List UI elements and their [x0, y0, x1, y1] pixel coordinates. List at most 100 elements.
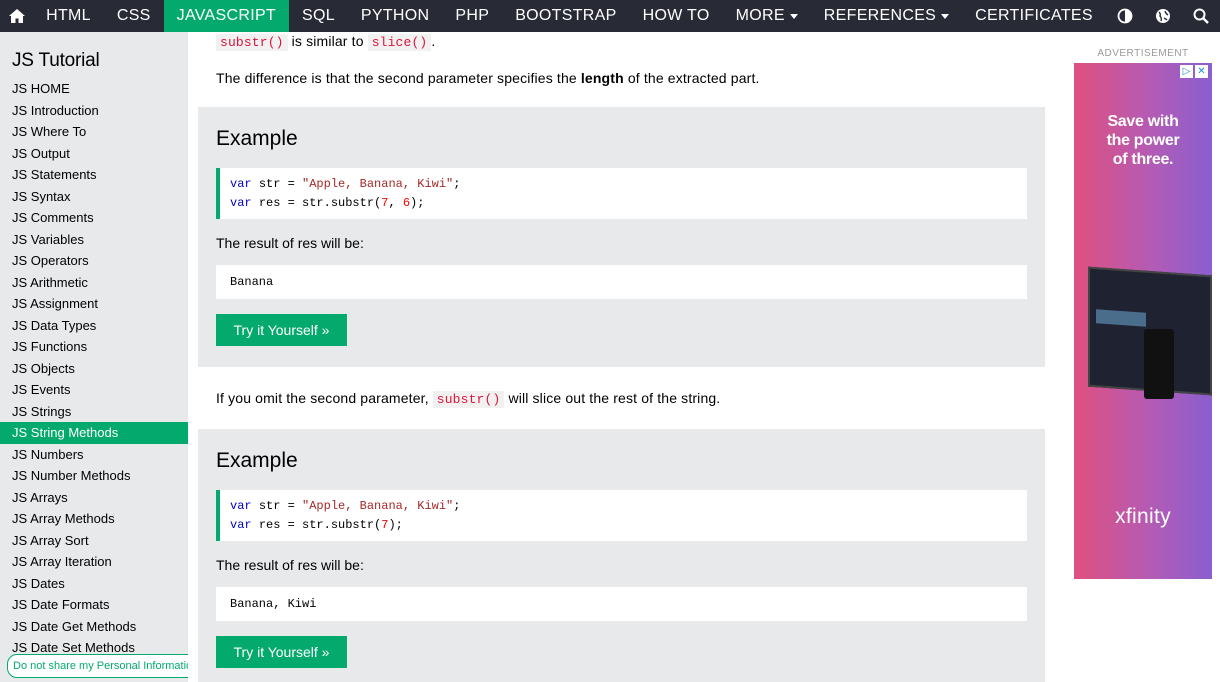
nav-css[interactable]: CSS [104, 0, 164, 32]
search-icon [1193, 8, 1209, 24]
nav-python[interactable]: PYTHON [348, 0, 442, 32]
advertisement-column: ADVERTISEMENT ▷ ✕ Save with the power of… [1054, 32, 1220, 682]
omit-paragraph: If you omit the second parameter, substr… [216, 390, 721, 408]
difference-bold-length: length [580, 70, 624, 86]
inline-code-slice: slice() [367, 34, 432, 51]
code-text: ; [453, 499, 461, 513]
nav-references-label: REFERENCES [823, 7, 937, 24]
sidebar-title: JS Tutorial [12, 50, 100, 71]
intro-end: . [431, 33, 436, 49]
sidebar-item-js-date-get-methods[interactable]: JS Date Get Methods [0, 616, 188, 638]
sidebar-item-js-home[interactable]: JS HOME [0, 78, 188, 100]
code-number: 6 [402, 196, 411, 210]
search-button[interactable] [1182, 0, 1220, 32]
sidebar-item-js-arrays[interactable]: JS Arrays [0, 487, 188, 509]
close-icon[interactable]: ✕ [1195, 65, 1208, 78]
code-line: var res = str.substr(7, 6); [230, 194, 1027, 213]
sidebar-item-js-array-sort[interactable]: JS Array Sort [0, 530, 188, 552]
intro-line: substr() is similar to slice(). [216, 33, 436, 51]
try-it-yourself-button[interactable]: Try it Yourself » [216, 636, 347, 668]
sidebar-item-js-statements[interactable]: JS Statements [0, 164, 188, 186]
chevron-down-icon [789, 13, 798, 19]
ad-brand-logo: xfinity [1115, 505, 1171, 528]
nav-sql[interactable]: SQL [289, 0, 348, 32]
code-keyword: var [230, 499, 252, 513]
code-text: str = [258, 499, 295, 513]
nav-more-dropdown[interactable]: MORE [723, 0, 811, 32]
sidebar-item-js-dates[interactable]: JS Dates [0, 573, 188, 595]
sidebar-item-js-objects[interactable]: JS Objects [0, 358, 188, 380]
code-line: var res = str.substr(7); [230, 516, 1027, 535]
code-string: "Apple, Banana, Kiwi" [302, 499, 454, 513]
sidebar-item-js-assignment[interactable]: JS Assignment [0, 293, 188, 315]
code-text: ); [388, 518, 403, 532]
sidebar-item-js-date-formats[interactable]: JS Date Formats [0, 594, 188, 616]
nav-javascript[interactable]: JAVASCRIPT [163, 0, 289, 32]
chevron-down-icon [941, 13, 950, 19]
sidebar-item-js-string-methods[interactable]: JS String Methods [0, 422, 188, 444]
home-icon [8, 9, 25, 23]
ad-headline: Save with the power of three. [1106, 113, 1180, 168]
result-output-2: Banana, Kiwi [216, 587, 1027, 621]
nav-php[interactable]: PHP [442, 0, 502, 32]
inline-code-substr: substr() [432, 391, 505, 408]
example-heading: Example [216, 127, 298, 150]
code-string: "Apple, Banana, Kiwi" [302, 177, 454, 191]
sidebar-item-js-array-iteration[interactable]: JS Array Iteration [0, 551, 188, 573]
advertisement-label: ADVERTISEMENT [1097, 48, 1189, 59]
sidebar-item-js-functions[interactable]: JS Functions [0, 336, 188, 358]
code-text: , [388, 196, 403, 210]
sidebar-item-js-arithmetic[interactable]: JS Arithmetic [0, 272, 188, 294]
sidebar-item-js-events[interactable]: JS Events [0, 379, 188, 401]
streaming-box-image [1144, 329, 1174, 399]
sidebar-item-js-where-to[interactable]: JS Where To [0, 121, 188, 143]
difference-paragraph: The difference is that the second parame… [216, 70, 760, 86]
sidebar-item-js-output[interactable]: JS Output [0, 143, 188, 165]
example-box-2: Example var str = "Apple, Banana, Kiwi";… [198, 429, 1045, 682]
home-button[interactable] [0, 0, 33, 32]
ad-choices[interactable]: ▷ ✕ [1180, 65, 1208, 78]
code-keyword: var [230, 518, 252, 532]
privacy-opt-out-link[interactable]: Do not share my Personal Information [7, 654, 205, 678]
sidebar-item-js-numbers[interactable]: JS Numbers [0, 444, 188, 466]
nav-how-to[interactable]: HOW TO [630, 0, 723, 32]
sidebar-item-js-array-methods[interactable]: JS Array Methods [0, 508, 188, 530]
difference-text-after: of the extracted part. [627, 70, 760, 86]
sidebar-item-js-strings[interactable]: JS Strings [0, 401, 188, 423]
nav-more-label: MORE [735, 7, 785, 24]
code-text: res = str.substr( [258, 196, 382, 210]
code-line: var str = "Apple, Banana, Kiwi"; [230, 175, 1027, 194]
code-text: ); [410, 196, 425, 210]
nav-references-dropdown[interactable]: REFERENCES [811, 0, 962, 32]
intro-text: is similar to [291, 33, 364, 49]
nav-bootstrap[interactable]: BOOTSTRAP [502, 0, 629, 32]
ad-info-icon[interactable]: ▷ [1180, 65, 1193, 78]
advertisement-banner[interactable]: ▷ ✕ Save with the power of three. xfinit… [1074, 63, 1212, 579]
main-content: substr() is similar to slice(). The diff… [188, 32, 1054, 682]
dark-mode-toggle[interactable] [1106, 0, 1144, 32]
result-output-1: Banana [216, 265, 1027, 299]
sidebar-item-js-syntax[interactable]: JS Syntax [0, 186, 188, 208]
code-text: str = [258, 177, 295, 191]
omit-text-after: will slice out the rest of the string. [508, 390, 721, 406]
sidebar-item-js-comments[interactable]: JS Comments [0, 207, 188, 229]
sidebar-item-js-operators[interactable]: JS Operators [0, 250, 188, 272]
sidebar-item-js-introduction[interactable]: JS Introduction [0, 100, 188, 122]
example-box-1: Example var str = "Apple, Banana, Kiwi";… [198, 107, 1045, 367]
inline-code-substr: substr() [216, 34, 288, 51]
try-it-yourself-button[interactable]: Try it Yourself » [216, 314, 347, 346]
language-button[interactable] [1144, 0, 1182, 32]
nav-html[interactable]: HTML [33, 0, 104, 32]
nav-certificates[interactable]: CERTIFICATES [962, 0, 1106, 32]
code-text: ; [453, 177, 461, 191]
sidebar-list: JS HOME JS Introduction JS Where To JS O… [0, 78, 188, 659]
code-example-2: var str = "Apple, Banana, Kiwi"; var res… [216, 490, 1027, 541]
omit-text-before: If you omit the second parameter, [216, 390, 429, 406]
sidebar-item-js-variables[interactable]: JS Variables [0, 229, 188, 251]
code-keyword: var [230, 196, 252, 210]
sidebar-item-js-data-types[interactable]: JS Data Types [0, 315, 188, 337]
top-navigation-bar: HTML CSS JAVASCRIPT SQL PYTHON PHP BOOTS… [0, 0, 1220, 32]
code-keyword: var [230, 177, 252, 191]
difference-text-before: The difference is that the second parame… [216, 70, 577, 86]
sidebar-item-js-number-methods[interactable]: JS Number Methods [0, 465, 188, 487]
